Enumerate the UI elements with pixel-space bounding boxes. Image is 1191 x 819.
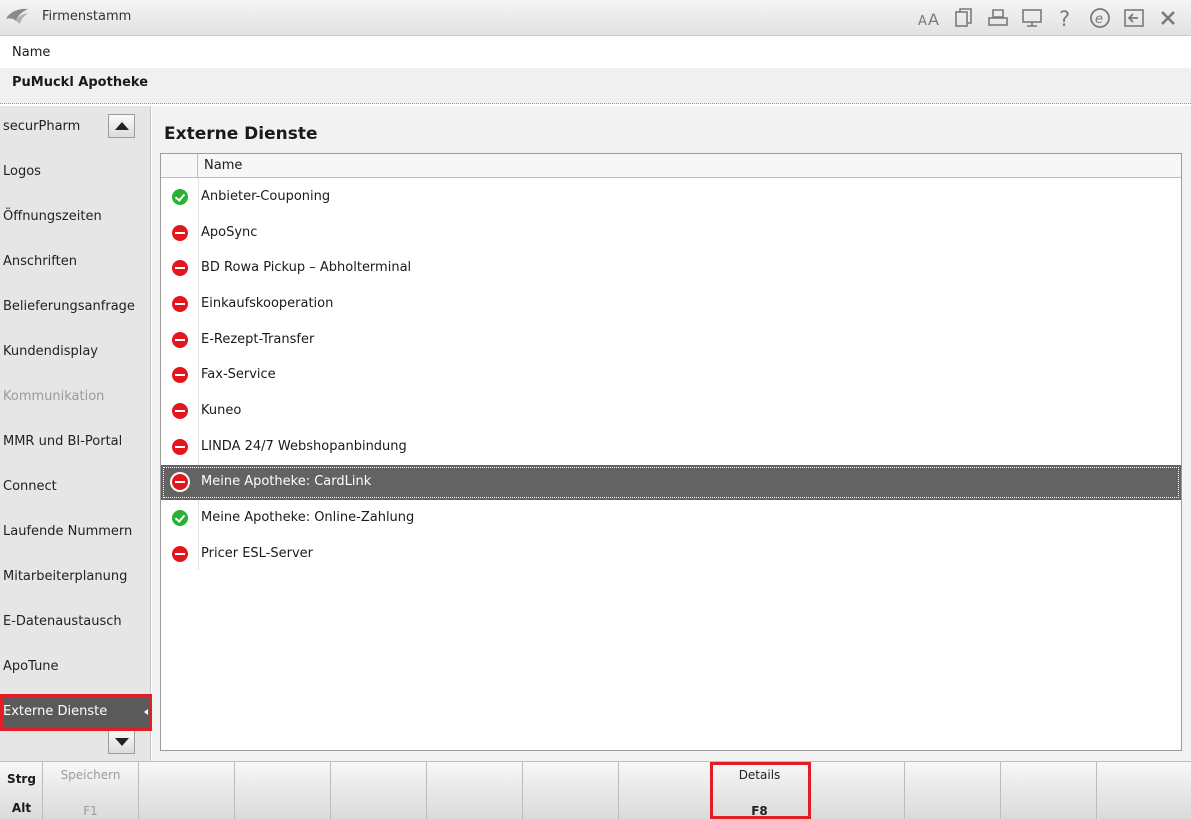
sidebar-item-kommunikation: Kommunikation xyxy=(3,389,105,404)
close-icon[interactable] xyxy=(1151,5,1185,31)
arrow-down-icon xyxy=(114,738,129,746)
status-column-header[interactable] xyxy=(161,154,198,178)
f6-button[interactable] xyxy=(523,762,619,819)
save-button[interactable]: Speichern F1 xyxy=(43,762,139,819)
svg-text:A: A xyxy=(928,10,939,27)
help-icon[interactable]: ? xyxy=(1049,5,1083,31)
status-error-icon xyxy=(172,474,188,490)
company-name: PuMuckl Apotheke xyxy=(12,75,149,90)
e-circle-icon[interactable]: e xyxy=(1083,5,1117,31)
service-row-selected[interactable]: Meine Apotheke: CardLink xyxy=(161,465,1181,500)
alt-key-label[interactable]: Alt xyxy=(0,801,43,815)
sidebar-item-mmr-bi-portal[interactable]: MMR und BI-Portal xyxy=(0,424,151,460)
sidebar-item-oeffnungszeiten[interactable]: Öffnungszeiten xyxy=(0,199,151,235)
service-row[interactable]: BD Rowa Pickup – Abholterminal xyxy=(161,251,1181,286)
status-error-icon xyxy=(172,296,188,312)
sidebar-item-laufende-nummern[interactable]: Laufende Nummern xyxy=(0,514,151,550)
monitor-icon[interactable] xyxy=(1015,5,1049,31)
list-header: Name xyxy=(161,154,1181,178)
status-ok-icon xyxy=(172,510,188,526)
sidebar-item-anschriften[interactable]: Anschriften xyxy=(0,244,151,280)
svg-text:e: e xyxy=(1095,12,1103,27)
highlight-frame-sidebar xyxy=(0,694,153,731)
status-error-icon xyxy=(172,367,188,383)
f2-button[interactable] xyxy=(139,762,235,819)
name-value-row: PuMuckl Apotheke xyxy=(0,68,1191,104)
strg-key-label[interactable]: Strg xyxy=(0,772,43,786)
sidebar-item-connect[interactable]: Connect xyxy=(0,469,151,505)
app-logo-icon xyxy=(4,5,30,29)
f12-button[interactable] xyxy=(1097,762,1191,819)
service-row[interactable]: E-Rezept-Transfer xyxy=(161,323,1181,358)
highlight-frame-details xyxy=(710,762,811,819)
f11-button[interactable] xyxy=(1001,762,1097,819)
sidebar-item-mitarbeiterplanung[interactable]: Mitarbeiterplanung xyxy=(0,559,151,595)
service-row[interactable]: Meine Apotheke: Online-Zahlung xyxy=(161,501,1181,536)
modifier-keys: Strg Alt xyxy=(0,762,43,819)
status-error-icon xyxy=(172,546,188,562)
service-row[interactable]: Kuneo xyxy=(161,394,1181,429)
service-row[interactable]: Einkaufskooperation xyxy=(161,287,1181,322)
status-error-icon xyxy=(172,439,188,455)
services-list: Name Anbieter-Couponing ApoSync BD Rowa … xyxy=(160,153,1182,751)
font-size-icon[interactable]: AA xyxy=(913,5,947,31)
section-title: Externe Dienste xyxy=(164,124,318,144)
sidebar-item-apotune[interactable]: ApoTune xyxy=(0,649,151,685)
f4-button[interactable] xyxy=(331,762,427,819)
arrow-up-icon xyxy=(114,122,129,130)
service-row[interactable]: LINDA 24/7 Webshopanbindung xyxy=(161,430,1181,465)
title-bar: Firmenstamm AA ? e xyxy=(0,0,1191,36)
sidebar-item-logos[interactable]: Logos xyxy=(0,154,151,190)
f5-button[interactable] xyxy=(427,762,523,819)
svg-text:A: A xyxy=(918,14,927,27)
print-icon[interactable] xyxy=(981,5,1015,31)
title-toolbar: AA ? e xyxy=(913,5,1185,31)
name-column-header[interactable]: Name xyxy=(204,158,242,173)
f3-button[interactable] xyxy=(235,762,331,819)
service-row[interactable]: Anbieter-Couponing xyxy=(161,180,1181,215)
service-row[interactable]: Pricer ESL-Server xyxy=(161,537,1181,572)
service-row[interactable]: ApoSync xyxy=(161,216,1181,251)
f10-button[interactable] xyxy=(905,762,1001,819)
f7-button[interactable] xyxy=(619,762,711,819)
function-key-bar: Strg Alt Speichern F1 Details F8 xyxy=(0,761,1191,819)
sidebar-scroll-up-button[interactable] xyxy=(108,114,135,138)
copy-document-icon[interactable] xyxy=(947,5,981,31)
sidebar-scroll-down-button[interactable] xyxy=(108,730,135,754)
status-ok-icon xyxy=(172,189,188,205)
sidebar: securPharm Logos Öffnungszeiten Anschrif… xyxy=(0,106,151,761)
sidebar-item-kundendisplay[interactable]: Kundendisplay xyxy=(0,334,151,370)
status-error-icon xyxy=(172,225,188,241)
sidebar-item-e-datenaustausch[interactable]: E-Datenaustausch xyxy=(0,604,151,640)
main-panel: Externe Dienste Name Anbieter-Couponing … xyxy=(152,106,1191,761)
exit-window-icon[interactable] xyxy=(1117,5,1151,31)
f9-button[interactable] xyxy=(809,762,905,819)
window-title: Firmenstamm xyxy=(42,9,132,24)
status-error-icon xyxy=(172,403,188,419)
status-error-icon xyxy=(172,260,188,276)
name-header: Name xyxy=(0,36,1191,68)
status-error-icon xyxy=(172,332,188,348)
service-row[interactable]: Fax-Service xyxy=(161,358,1181,393)
svg-text:?: ? xyxy=(1059,7,1070,29)
name-label: Name xyxy=(12,45,51,60)
sidebar-item-belieferungsanfrage[interactable]: Belieferungsanfrage xyxy=(0,289,151,325)
